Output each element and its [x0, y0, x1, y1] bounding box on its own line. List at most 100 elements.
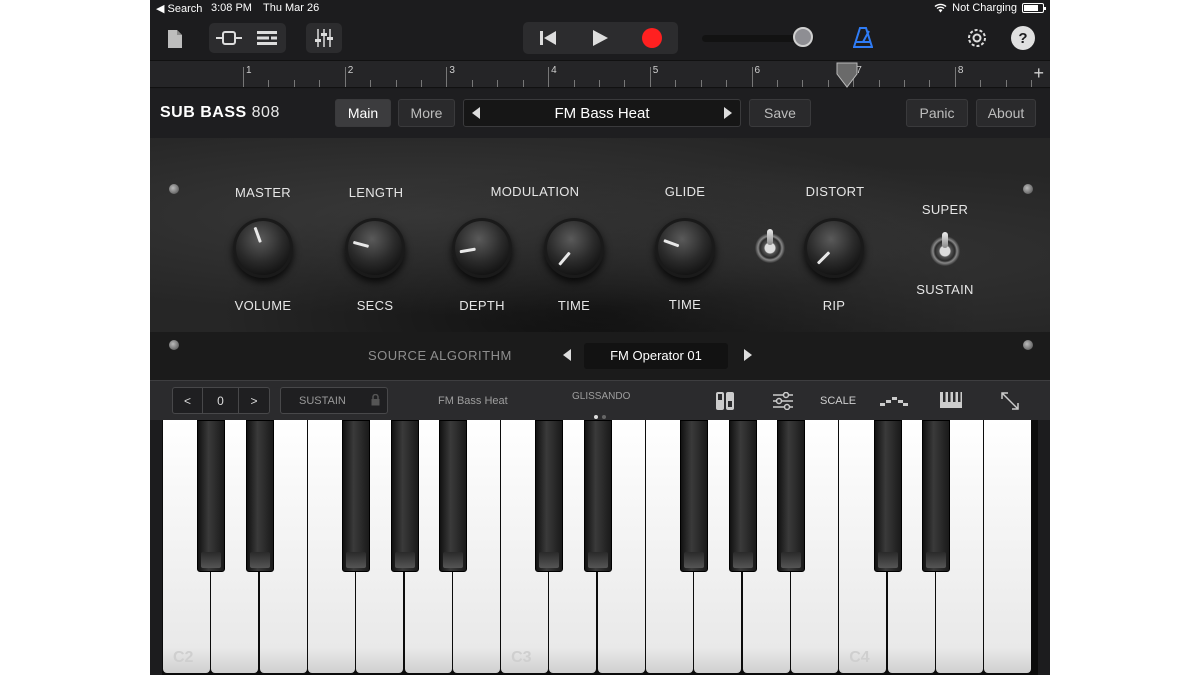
save-button[interactable]: Save — [749, 99, 811, 127]
black-key[interactable] — [583, 420, 612, 572]
settings-icon[interactable] — [964, 25, 990, 51]
ruler-bar-number: 4 — [551, 65, 557, 76]
ruler-tick — [929, 80, 931, 87]
length-knob[interactable] — [345, 218, 405, 278]
ruler-tick — [446, 67, 448, 87]
ruler-tick — [878, 80, 880, 87]
black-key[interactable] — [342, 420, 371, 572]
ruler-bar-number: 8 — [957, 65, 964, 76]
scale-button[interactable]: SCALE — [820, 395, 856, 407]
octave-down-button[interactable]: < — [173, 388, 203, 413]
mod-time-label: TIME — [557, 298, 591, 313]
back-to-search-link[interactable]: ◀ Search — [156, 2, 202, 15]
ruler-tick — [700, 80, 702, 87]
lock-icon[interactable] — [371, 394, 380, 406]
ruler-tick — [649, 67, 651, 87]
ruler-tick — [751, 67, 753, 87]
glissando-label[interactable]: GLISSANDO — [572, 391, 630, 402]
ruler-tick — [344, 67, 346, 87]
more-tab[interactable]: More — [398, 99, 455, 127]
modulation-depth-knob[interactable] — [452, 218, 512, 278]
black-key[interactable] — [680, 420, 709, 572]
ruler-tick — [319, 80, 321, 87]
ruler-tick — [827, 80, 829, 87]
transport-controls — [523, 22, 678, 54]
record-icon[interactable] — [627, 22, 677, 54]
ruler-bar-number: 3 — [449, 65, 455, 76]
master-volume-knob[interactable] — [233, 218, 293, 278]
ruler-tick — [802, 80, 804, 87]
prev-algorithm-button[interactable] — [563, 349, 571, 361]
control-bar: ? — [150, 18, 1050, 60]
source-algorithm-row: SOURCE ALGORITHM FM Operator 01 — [150, 332, 1050, 380]
octave-label: C3 — [511, 649, 532, 666]
depth-label: DEPTH — [459, 298, 505, 313]
preset-name[interactable]: FM Bass Heat — [464, 105, 740, 122]
synth-panel: MASTER LENGTH MODULATION GLIDE DISTORT S… — [150, 138, 1050, 332]
next-algorithm-button[interactable] — [744, 349, 752, 361]
add-section-button[interactable]: + — [1033, 63, 1044, 84]
screw-icon — [1023, 184, 1033, 194]
play-icon[interactable] — [575, 22, 625, 54]
black-key[interactable] — [197, 420, 226, 572]
secs-label: SECS — [356, 298, 394, 313]
source-algorithm-selector[interactable]: FM Operator 01 — [584, 343, 728, 369]
expand-icon[interactable] — [1000, 391, 1020, 411]
piano-keyboard[interactable]: C2 C3 C4 — [162, 420, 1038, 675]
metronome-icon[interactable] — [850, 25, 876, 51]
black-key[interactable] — [390, 420, 419, 572]
octave-stepper: < 0 > — [172, 387, 270, 414]
master-volume-thumb[interactable] — [792, 27, 813, 47]
black-key[interactable] — [921, 420, 950, 572]
about-button[interactable]: About — [976, 99, 1036, 127]
keyboard-icon[interactable] — [940, 392, 962, 408]
charging-status: Not Charging — [952, 2, 1017, 14]
panic-button[interactable]: Panic — [906, 99, 968, 127]
playhead[interactable] — [836, 62, 858, 88]
tracks-icon[interactable] — [251, 26, 283, 50]
ruler-tick — [497, 80, 499, 87]
status-bar: ◀ Search 3:08 PM Thu Mar 26 Not Charging — [150, 0, 1050, 18]
view-toggle-icon[interactable] — [212, 26, 246, 50]
ruler-tick — [1005, 80, 1007, 87]
black-key[interactable] — [245, 420, 274, 572]
ruler-tick — [268, 80, 270, 87]
screw-icon — [169, 184, 179, 194]
black-key[interactable] — [535, 420, 564, 572]
distort-toggle-switch[interactable] — [755, 229, 785, 263]
help-icon[interactable]: ? — [1011, 26, 1035, 50]
rewind-icon[interactable] — [523, 22, 573, 54]
status-right: Not Charging — [934, 2, 1046, 14]
black-key[interactable] — [873, 420, 902, 572]
keyboard-settings-icon[interactable] — [773, 392, 793, 410]
modulation-time-knob[interactable] — [544, 218, 604, 278]
document-icon[interactable] — [164, 26, 186, 52]
ruler-tick — [675, 80, 677, 87]
main-tab[interactable]: Main — [335, 99, 391, 127]
arpeggiator-icon[interactable] — [880, 394, 908, 406]
mixer-icon[interactable] — [310, 26, 338, 50]
timeline-ruler[interactable]: 12345678 + — [150, 60, 1050, 88]
white-key[interactable] — [984, 420, 1032, 673]
octave-value: 0 — [203, 388, 239, 413]
black-key[interactable] — [728, 420, 757, 572]
modulation-label: MODULATION — [490, 184, 580, 199]
sustain-button[interactable]: SUSTAIN — [280, 387, 388, 414]
glide-time-knob[interactable] — [655, 218, 715, 278]
next-preset-button[interactable] — [724, 107, 732, 119]
black-key[interactable] — [438, 420, 467, 572]
octave-up-button[interactable]: > — [239, 388, 269, 413]
distort-rip-knob[interactable] — [804, 218, 864, 278]
page-dot-active — [594, 415, 598, 419]
black-key[interactable] — [776, 420, 805, 572]
garageband-window: ◀ Search 3:08 PM Thu Mar 26 Not Charging — [150, 0, 1050, 675]
keyboard-controls: < 0 > SUSTAIN FM Bass Heat GLISSANDO SCA… — [150, 380, 1050, 420]
ruler-tick — [395, 80, 397, 87]
glide-label: GLIDE — [664, 184, 706, 199]
glide-time-label: TIME — [668, 297, 702, 312]
sustain-button-label: SUSTAIN — [299, 395, 346, 407]
plugin-title-number: 808 — [251, 104, 280, 121]
super-sustain-toggle-switch[interactable] — [930, 232, 960, 266]
wifi-icon — [934, 3, 947, 13]
keyboard-layout-icon[interactable] — [716, 392, 734, 410]
